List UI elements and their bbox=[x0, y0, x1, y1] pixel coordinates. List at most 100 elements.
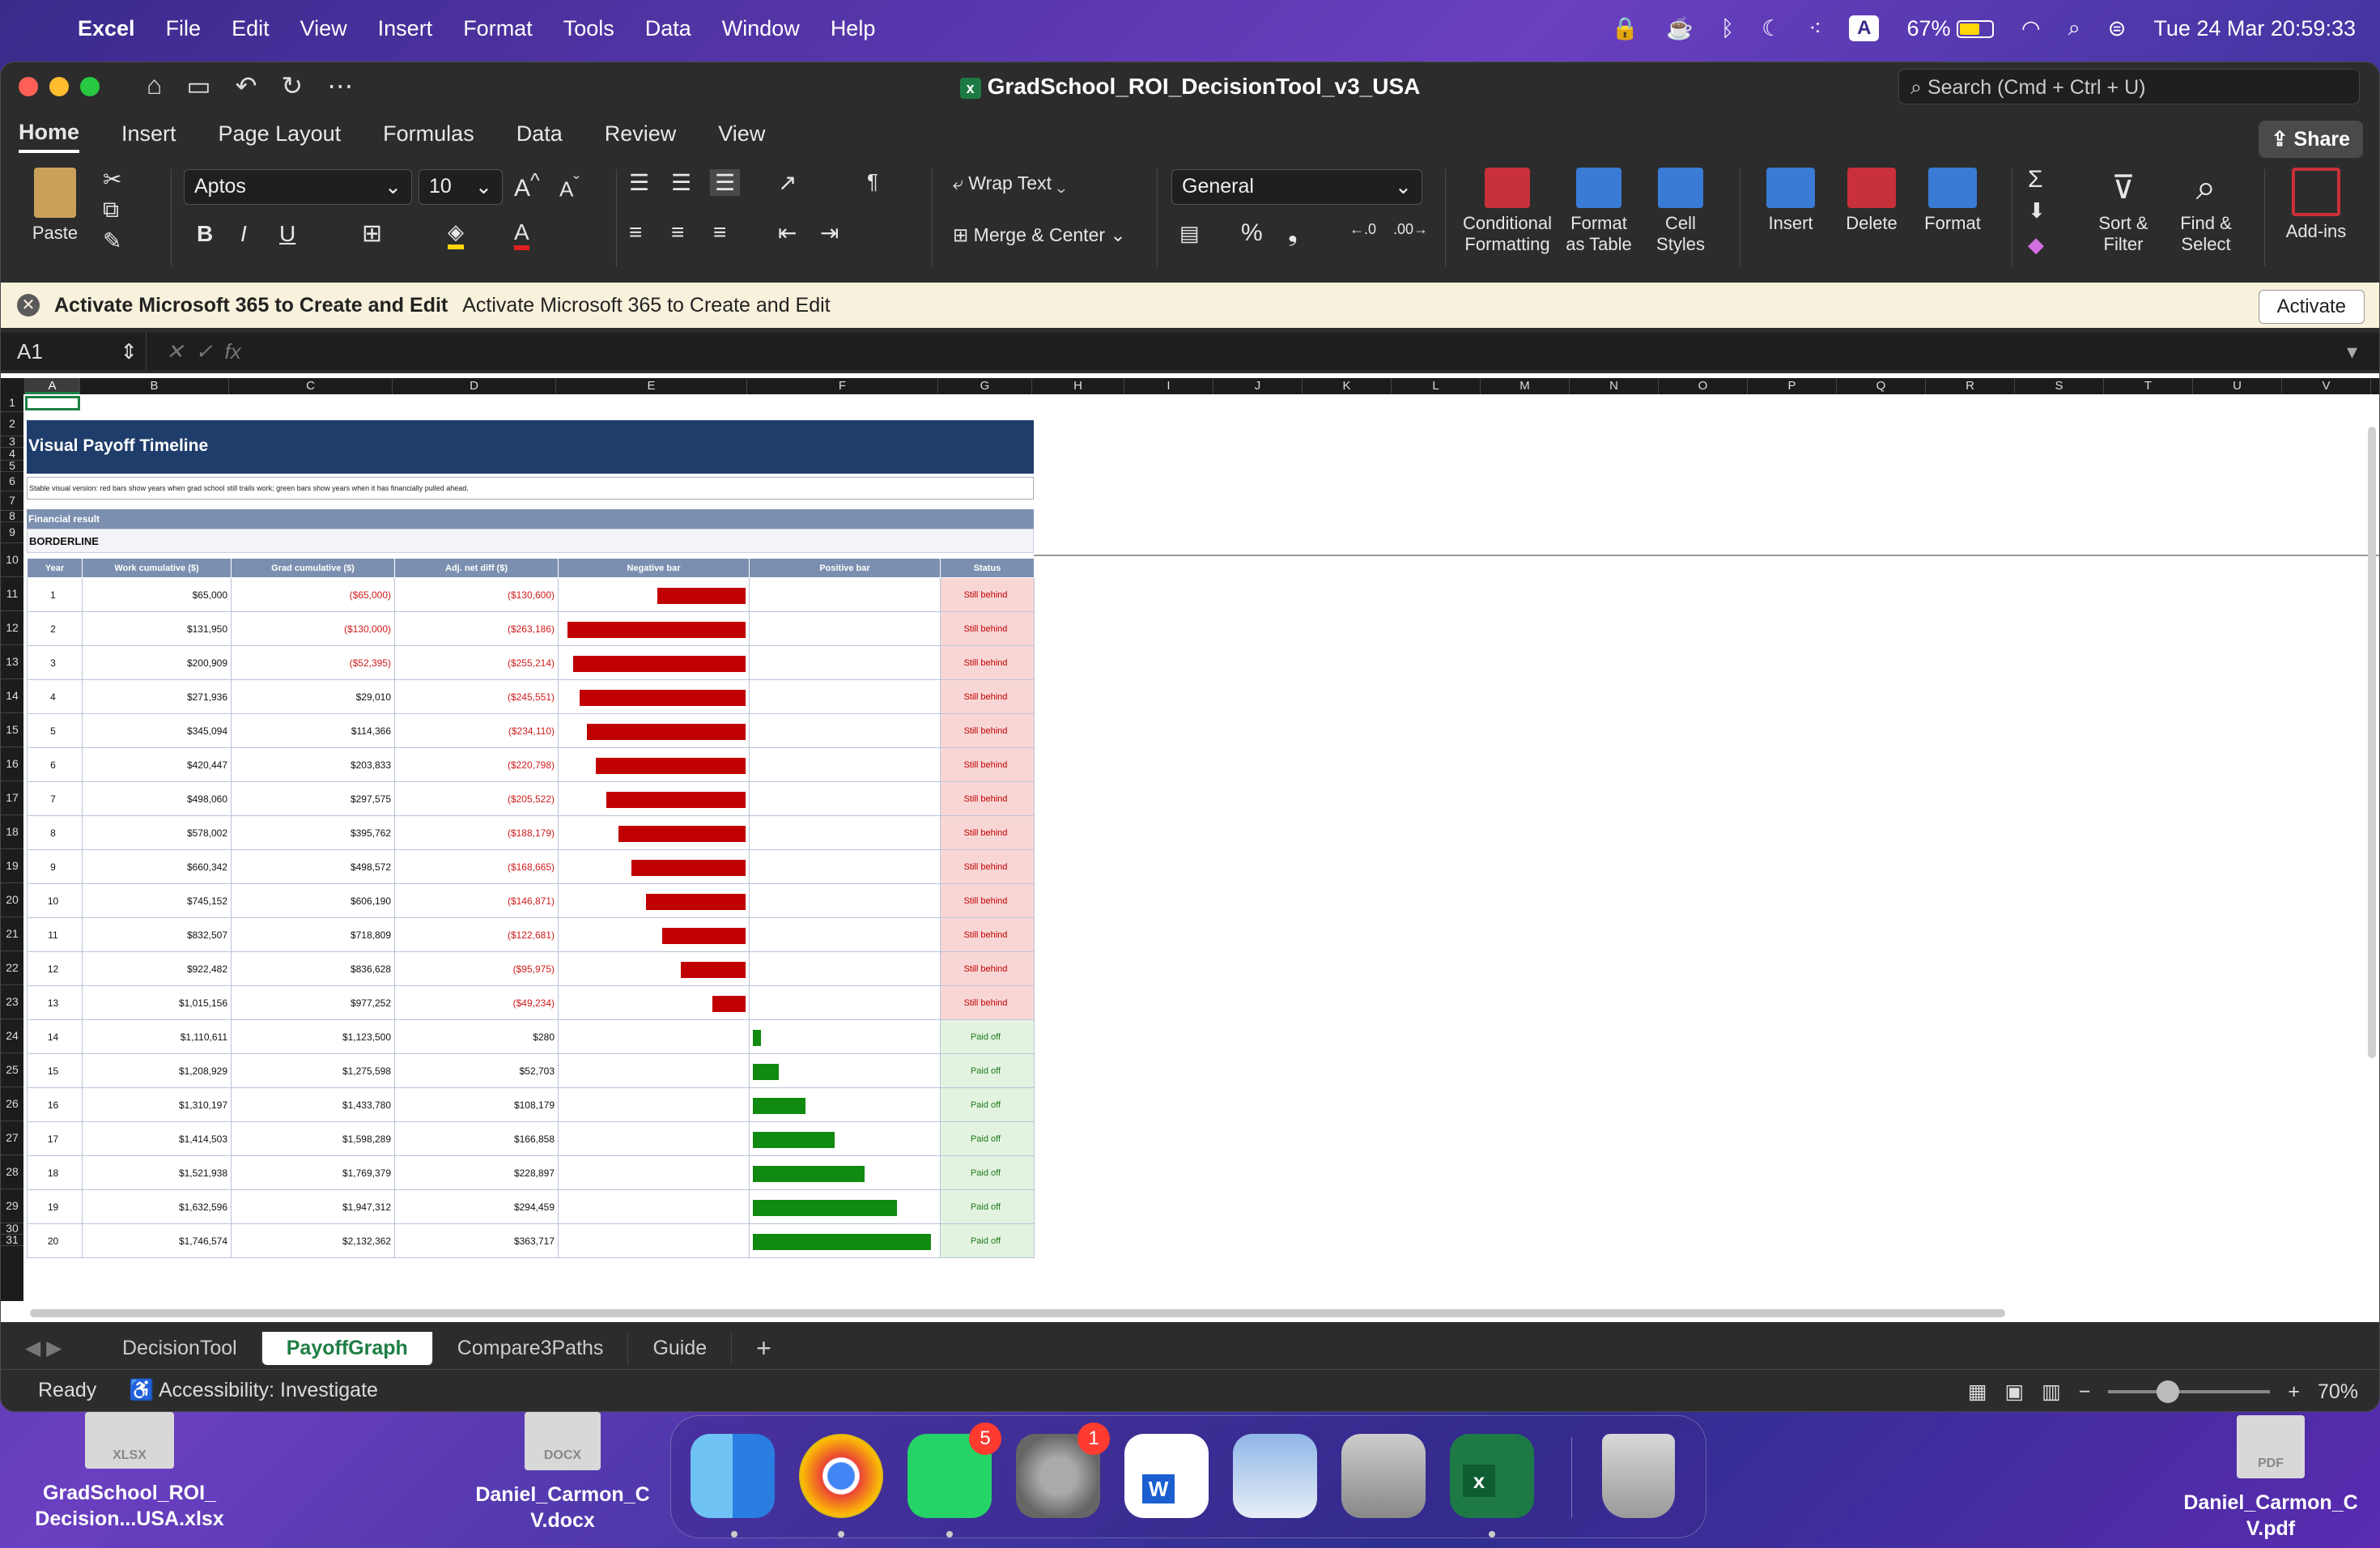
column-header[interactable]: D bbox=[393, 378, 556, 394]
negative-bar-cell[interactable] bbox=[558, 1121, 750, 1156]
net-diff-cell[interactable]: ($122,681) bbox=[394, 917, 559, 952]
save-icon[interactable]: ▭ bbox=[186, 70, 210, 101]
row-header[interactable]: 12 bbox=[1, 611, 23, 645]
column-header[interactable]: T bbox=[2104, 378, 2193, 394]
year-cell[interactable]: 6 bbox=[27, 747, 83, 782]
row-header[interactable]: 1 bbox=[1, 394, 23, 412]
zoom-out-icon[interactable]: − bbox=[2079, 1380, 2091, 1404]
negative-bar-cell[interactable] bbox=[558, 1189, 750, 1224]
align-bottom-icon[interactable]: ☰ bbox=[710, 169, 741, 196]
net-diff-cell[interactable]: ($95,975) bbox=[394, 951, 559, 986]
year-cell[interactable]: 12 bbox=[27, 951, 83, 986]
work-cumulative-cell[interactable]: $1,414,503 bbox=[82, 1121, 232, 1156]
control-center-icon[interactable]: ⊜ bbox=[2108, 16, 2127, 41]
menu-file[interactable]: File bbox=[166, 16, 202, 41]
finder-icon[interactable] bbox=[691, 1434, 775, 1518]
work-cumulative-cell[interactable]: $660,342 bbox=[82, 849, 232, 884]
format-as-table-button[interactable]: Format as Table bbox=[1562, 168, 1636, 255]
underline-icon[interactable]: U bbox=[279, 221, 295, 247]
status-cell[interactable]: Paid off bbox=[940, 1087, 1035, 1122]
bluetooth-icon[interactable]: ᛒ bbox=[1721, 16, 1734, 41]
grad-cumulative-cell[interactable]: $114,366 bbox=[231, 713, 395, 748]
column-header[interactable]: G bbox=[938, 378, 1032, 394]
menu-tools[interactable]: Tools bbox=[563, 16, 614, 41]
grad-cumulative-cell[interactable]: $1,275,598 bbox=[231, 1053, 395, 1088]
work-cumulative-cell[interactable]: $420,447 bbox=[82, 747, 232, 782]
negative-bar-cell[interactable] bbox=[558, 1019, 750, 1054]
year-cell[interactable]: 14 bbox=[27, 1019, 83, 1054]
system-settings-icon[interactable]: 1 bbox=[1016, 1423, 1110, 1518]
tab-review[interactable]: Review bbox=[605, 121, 677, 151]
row-header[interactable]: 9 bbox=[1, 522, 23, 543]
page-layout-view-icon[interactable]: ▣ bbox=[2004, 1380, 2024, 1404]
insert-cells-button[interactable]: Insert bbox=[1754, 168, 1827, 234]
status-cell[interactable]: Paid off bbox=[940, 1053, 1035, 1088]
font-size-select[interactable]: 10 ⌄ bbox=[419, 169, 503, 205]
grad-cumulative-cell[interactable]: $1,123,500 bbox=[231, 1019, 395, 1054]
year-cell[interactable]: 4 bbox=[27, 679, 83, 714]
clock[interactable]: Tue 24 Mar 20:59:33 bbox=[2153, 16, 2356, 41]
net-diff-cell[interactable]: ($146,871) bbox=[394, 883, 559, 918]
row-header[interactable]: 16 bbox=[1, 747, 23, 781]
positive-bar-cell[interactable] bbox=[749, 1053, 941, 1088]
grad-cumulative-cell[interactable]: $718,809 bbox=[231, 917, 395, 952]
net-diff-cell[interactable]: ($49,234) bbox=[394, 985, 559, 1020]
moon-icon[interactable]: ☾ bbox=[1762, 16, 1781, 41]
work-cumulative-cell[interactable]: $65,000 bbox=[82, 577, 232, 612]
activate-button[interactable]: Activate bbox=[2258, 290, 2365, 324]
column-header[interactable]: O bbox=[1659, 378, 1748, 394]
dismiss-notice-icon[interactable]: ✕ bbox=[17, 294, 40, 317]
tab-view[interactable]: View bbox=[718, 121, 765, 151]
wifi-icon[interactable]: ◠ bbox=[2021, 16, 2041, 41]
tab-data[interactable]: Data bbox=[516, 121, 563, 151]
net-diff-cell[interactable]: $363,717 bbox=[394, 1223, 559, 1258]
net-diff-cell[interactable]: ($205,522) bbox=[394, 781, 559, 816]
negative-bar-cell[interactable] bbox=[558, 883, 750, 918]
number-format-select[interactable]: General ⌄ bbox=[1171, 169, 1422, 205]
accounting-format-icon[interactable]: ▤ bbox=[1179, 221, 1200, 246]
increase-decimal-icon[interactable]: ←.0 bbox=[1349, 221, 1376, 238]
positive-bar-cell[interactable] bbox=[749, 713, 941, 748]
row-header[interactable]: 8 bbox=[1, 510, 23, 522]
positive-bar-cell[interactable] bbox=[749, 849, 941, 884]
year-cell[interactable]: 2 bbox=[27, 611, 83, 646]
add-sheet-icon[interactable]: + bbox=[732, 1333, 796, 1363]
grad-cumulative-cell[interactable]: $29,010 bbox=[231, 679, 395, 714]
desktop-file-pdf[interactable]: PDF Daniel_Carmon_C V.pdf bbox=[2170, 1415, 2372, 1542]
status-cell[interactable]: Still behind bbox=[940, 815, 1035, 850]
negative-bar-cell[interactable] bbox=[558, 1155, 750, 1190]
status-cell[interactable]: Still behind bbox=[940, 645, 1035, 680]
decrease-font-icon[interactable]: Aˇ bbox=[559, 172, 580, 202]
font-family-select[interactable]: Aptos ⌄ bbox=[184, 169, 412, 205]
row-header[interactable]: 5 bbox=[1, 460, 23, 472]
year-cell[interactable]: 10 bbox=[27, 883, 83, 918]
grad-cumulative-cell[interactable]: $395,762 bbox=[231, 815, 395, 850]
undo-icon[interactable]: ↶ bbox=[236, 70, 257, 101]
share-button[interactable]: ⇪ Share bbox=[2258, 121, 2363, 158]
page-break-view-icon[interactable]: ▥ bbox=[2042, 1380, 2061, 1404]
desktop-file-xlsx[interactable]: XLSX GradSchool_ROI_ Decision...USA.xlsx bbox=[16, 1412, 243, 1532]
net-diff-cell[interactable]: ($245,551) bbox=[394, 679, 559, 714]
row-header[interactable]: 22 bbox=[1, 951, 23, 985]
work-cumulative-cell[interactable]: $832,507 bbox=[82, 917, 232, 952]
sort-filter-button[interactable]: ⊽ Sort & Filter bbox=[2085, 168, 2162, 255]
row-header[interactable]: 31 bbox=[1, 1234, 23, 1246]
search-box[interactable]: ⌕ Search (Cmd + Ctrl + U) bbox=[1898, 69, 2360, 104]
row-header[interactable]: 6 bbox=[1, 472, 23, 491]
conditional-formatting-button[interactable]: Conditional Formatting bbox=[1455, 168, 1560, 255]
negative-bar-cell[interactable] bbox=[558, 985, 750, 1020]
grad-cumulative-cell[interactable]: $1,769,379 bbox=[231, 1155, 395, 1190]
net-diff-cell[interactable]: ($263,186) bbox=[394, 611, 559, 646]
row-header[interactable]: 24 bbox=[1, 1019, 23, 1053]
add-ins-button[interactable]: Add-ins bbox=[2276, 168, 2357, 242]
negative-bar-cell[interactable] bbox=[558, 1087, 750, 1122]
positive-bar-cell[interactable] bbox=[749, 781, 941, 816]
column-header[interactable]: B bbox=[80, 378, 229, 394]
work-cumulative-cell[interactable]: $1,521,938 bbox=[82, 1155, 232, 1190]
year-cell[interactable]: 13 bbox=[27, 985, 83, 1020]
net-diff-cell[interactable]: ($234,110) bbox=[394, 713, 559, 748]
positive-bar-cell[interactable] bbox=[749, 645, 941, 680]
grad-cumulative-cell[interactable]: ($130,000) bbox=[231, 611, 395, 646]
cancel-icon[interactable]: ✕ bbox=[166, 339, 184, 364]
work-cumulative-cell[interactable]: $498,060 bbox=[82, 781, 232, 816]
